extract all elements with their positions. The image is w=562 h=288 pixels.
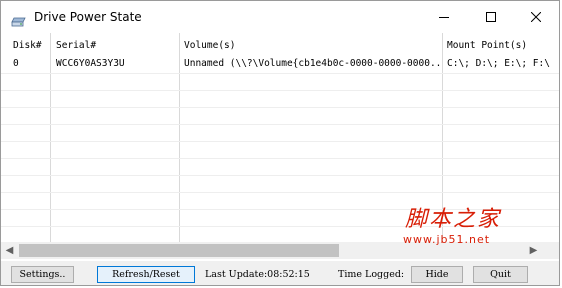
watermark-url: www.jb51.net: [403, 233, 491, 246]
header-disk[interactable]: Disk#: [11, 36, 51, 56]
cell-disk: 0: [13, 58, 19, 69]
cell-serial: WCC6Y0AS3Y3U: [56, 58, 125, 69]
settings-button[interactable]: Settings..: [11, 266, 74, 283]
title-bar[interactable]: Drive Power State: [1, 1, 559, 33]
quit-button[interactable]: Quit: [473, 266, 528, 283]
row-divider: [1, 158, 559, 159]
row-divider: [1, 124, 559, 125]
status-bar: Settings.. Refresh/Reset Last Update:08:…: [1, 261, 559, 285]
row-divider: [1, 192, 559, 193]
minimize-button[interactable]: [421, 1, 467, 33]
row-divider: [1, 175, 559, 176]
scroll-right-icon[interactable]: ▶: [525, 242, 542, 259]
drive-icon: [11, 12, 26, 27]
header-volume[interactable]: Volume(s): [182, 36, 437, 56]
minimize-icon: [439, 17, 449, 18]
hide-button[interactable]: Hide: [411, 266, 463, 283]
last-update-label: Last Update:08:52:15: [205, 269, 310, 280]
time-logged-label: Time Logged:: [338, 269, 405, 280]
row-divider: [1, 90, 559, 91]
refresh-reset-button[interactable]: Refresh/Reset: [97, 266, 195, 283]
app-window: Drive Power State Disk# Serial# Volume(s…: [0, 0, 560, 286]
watermark: 脚本之家 www.jb51.net: [401, 201, 526, 251]
watermark-text: 脚本之家: [405, 207, 502, 232]
maximize-icon: [486, 12, 496, 22]
scrollbar-thumb[interactable]: [19, 244, 339, 257]
row-divider: [1, 141, 559, 142]
cell-volume: Unnamed (\\?\Volume{cb1e4b0c-0000-0000-0…: [184, 58, 441, 69]
maximize-button[interactable]: [468, 1, 514, 33]
window-title: Drive Power State: [34, 10, 142, 24]
header-serial[interactable]: Serial#: [54, 36, 174, 56]
row-divider: [1, 107, 559, 108]
header-mount[interactable]: Mount Point(s): [445, 36, 557, 56]
close-icon: [531, 12, 541, 22]
scroll-left-icon[interactable]: ◀: [1, 242, 18, 259]
close-button[interactable]: [513, 1, 559, 33]
row-divider: [1, 73, 559, 74]
cell-mount: C:\; D:\; E:\; F:\: [447, 58, 550, 69]
